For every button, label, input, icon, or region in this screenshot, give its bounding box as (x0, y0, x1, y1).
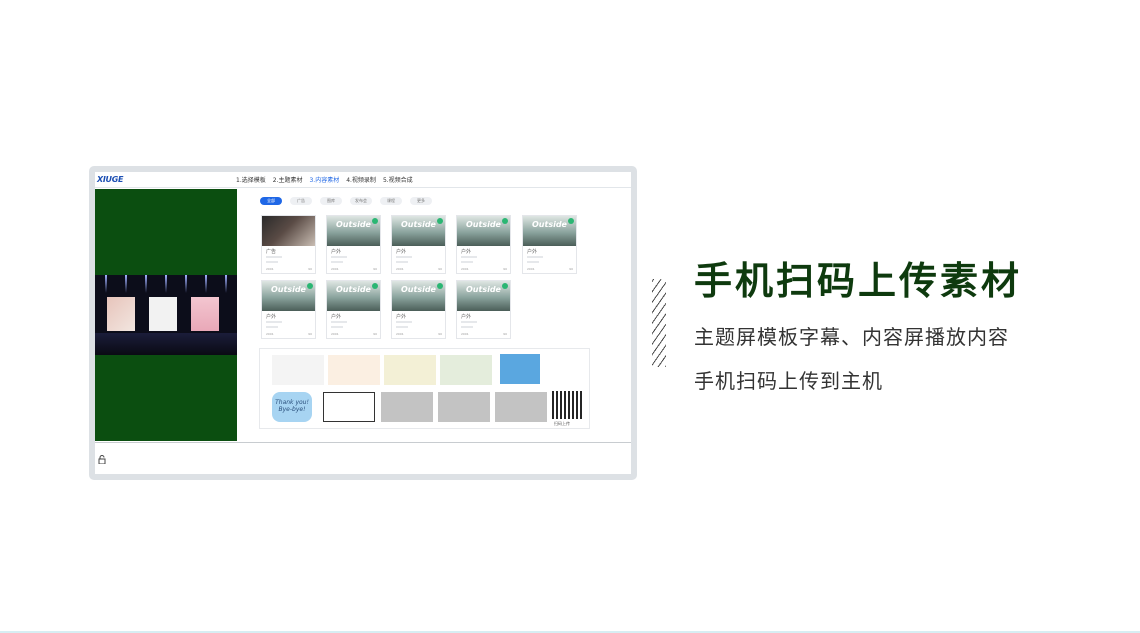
card-views: 90 (438, 332, 442, 336)
step-3[interactable]: 3.内容素材 (309, 175, 339, 184)
step-5[interactable]: 5.视频合成 (383, 175, 413, 184)
card-date: 2001 (396, 332, 404, 336)
step-4[interactable]: 4.视频录制 (346, 175, 376, 184)
filter-ads[interactable]: 广告 (290, 197, 312, 205)
add-icon[interactable] (568, 218, 574, 224)
card-name: 户外 (331, 314, 342, 320)
card-thumbnail: Outside (327, 281, 380, 311)
material-card[interactable]: Outside 户外 2001 90 (261, 280, 316, 339)
card-views: 90 (308, 267, 312, 271)
description-line-1: 主题屏模板字幕、内容屏播放内容 (694, 325, 1009, 349)
stage-preview (95, 189, 237, 441)
lock-icon[interactable] (98, 455, 106, 464)
slide-thumbnail[interactable] (440, 355, 492, 385)
qr-code-icon (552, 391, 582, 419)
card-date: 2001 (331, 332, 339, 336)
card-date: 2001 (461, 267, 469, 271)
slide-placeholder[interactable] (381, 392, 433, 422)
add-icon[interactable] (502, 218, 508, 224)
slide-thumbnail[interactable] (328, 355, 380, 385)
card-date: 2001 (396, 267, 404, 271)
app-window: XIUGE 1.选择模板 2.主题素材 3.内容素材 4.视频录制 5.视频合成 (95, 172, 631, 474)
card-name: 广告 (266, 249, 277, 255)
material-card[interactable]: Outside 户外 2001 90 (326, 280, 381, 339)
add-icon[interactable] (437, 218, 443, 224)
card-thumbnail: Outside (457, 216, 510, 246)
card-thumbnail: Outside (262, 281, 315, 311)
material-card[interactable]: Outside 户外 2001 90 (391, 280, 446, 339)
card-date: 2001 (527, 267, 535, 271)
slide-thumbnail[interactable] (500, 354, 540, 384)
add-icon[interactable] (372, 283, 378, 289)
card-thumbnail (262, 216, 315, 246)
card-date: 2001 (266, 267, 274, 271)
card-date: 2001 (331, 267, 339, 271)
description-line-2: 手机扫码上传到主机 (694, 369, 883, 393)
filter-launch[interactable]: 发布会 (350, 197, 372, 205)
card-views: 90 (373, 332, 377, 336)
material-card[interactable]: Outside 户外 2001 90 (456, 215, 511, 274)
card-thumbnail: Outside (327, 216, 380, 246)
headline: 手机扫码上传素材 (694, 259, 1023, 303)
card-thumbnail: Outside (392, 216, 445, 246)
material-card[interactable]: Outside 户外 2001 90 (456, 280, 511, 339)
add-icon[interactable] (437, 283, 443, 289)
stage-screen-left (107, 297, 135, 331)
qr-caption: 扫码上传 (554, 421, 570, 426)
material-card[interactable]: Outside 户外 2001 90 (326, 215, 381, 274)
material-card[interactable]: Outside 户外 2001 90 (391, 215, 446, 274)
step-2[interactable]: 2.主题素材 (273, 175, 303, 184)
card-name: 户外 (461, 249, 472, 255)
card-name: 户外 (266, 314, 277, 320)
filter-gallery[interactable]: 图库 (320, 197, 342, 205)
slide-placeholder[interactable] (438, 392, 490, 422)
card-name: 户外 (396, 314, 407, 320)
thanks-slide[interactable]: Thank you! Bye-bye! (272, 392, 312, 422)
slide-thumbnail-selected[interactable] (323, 392, 375, 422)
card-views: 90 (503, 332, 507, 336)
stage-floor (95, 333, 237, 355)
card-name: 户外 (527, 249, 538, 255)
stage-screen-center (149, 297, 177, 331)
card-thumbnail: Outside (392, 281, 445, 311)
add-icon[interactable] (502, 283, 508, 289)
stage-photo (95, 275, 237, 355)
card-views: 90 (308, 332, 312, 336)
card-thumbnail: Outside (457, 281, 510, 311)
add-icon[interactable] (307, 283, 313, 289)
material-card[interactable]: Outside 户外 2001 90 (522, 215, 577, 274)
step-1[interactable]: 1.选择模板 (236, 175, 266, 184)
top-bar: XIUGE 1.选择模板 2.主题素材 3.内容素材 4.视频录制 5.视频合成 (95, 172, 631, 188)
stage-screen-right (191, 297, 219, 331)
filter-course[interactable]: 课程 (380, 197, 402, 205)
card-date: 2001 (266, 332, 274, 336)
card-date: 2001 (461, 332, 469, 336)
app-logo: XIUGE (97, 175, 124, 184)
card-views: 90 (438, 267, 442, 271)
card-views: 90 (373, 267, 377, 271)
status-bar (95, 442, 631, 474)
hatch-decoration (652, 279, 666, 367)
add-icon[interactable] (372, 218, 378, 224)
card-views: 90 (569, 267, 573, 271)
slide-thumbnail[interactable] (272, 355, 324, 385)
promo-slide: XIUGE 1.选择模板 2.主题素材 3.内容素材 4.视频录制 5.视频合成 (0, 0, 1140, 633)
slide-thumbnail[interactable] (384, 355, 436, 385)
slide-placeholder[interactable] (495, 392, 547, 422)
filter-bar: 全部 广告 图库 发布会 课程 更多 (260, 197, 432, 205)
filter-all[interactable]: 全部 (260, 197, 282, 205)
content-panel: 全部 广告 图库 发布会 课程 更多 广告 2001 90 Outside 户外… (238, 189, 631, 441)
card-thumbnail: Outside (523, 216, 576, 246)
card-name: 户外 (461, 314, 472, 320)
card-name: 户外 (396, 249, 407, 255)
card-views: 90 (503, 267, 507, 271)
filter-more[interactable]: 更多 (410, 197, 432, 205)
material-card[interactable]: 广告 2001 90 (261, 215, 316, 274)
upload-panel: Thank you! Bye-bye! 扫码上传 (259, 348, 590, 429)
app-screenshot-frame: XIUGE 1.选择模板 2.主题素材 3.内容素材 4.视频录制 5.视频合成 (89, 166, 637, 480)
card-name: 户外 (331, 249, 342, 255)
step-nav: 1.选择模板 2.主题素材 3.内容素材 4.视频录制 5.视频合成 (236, 175, 413, 184)
